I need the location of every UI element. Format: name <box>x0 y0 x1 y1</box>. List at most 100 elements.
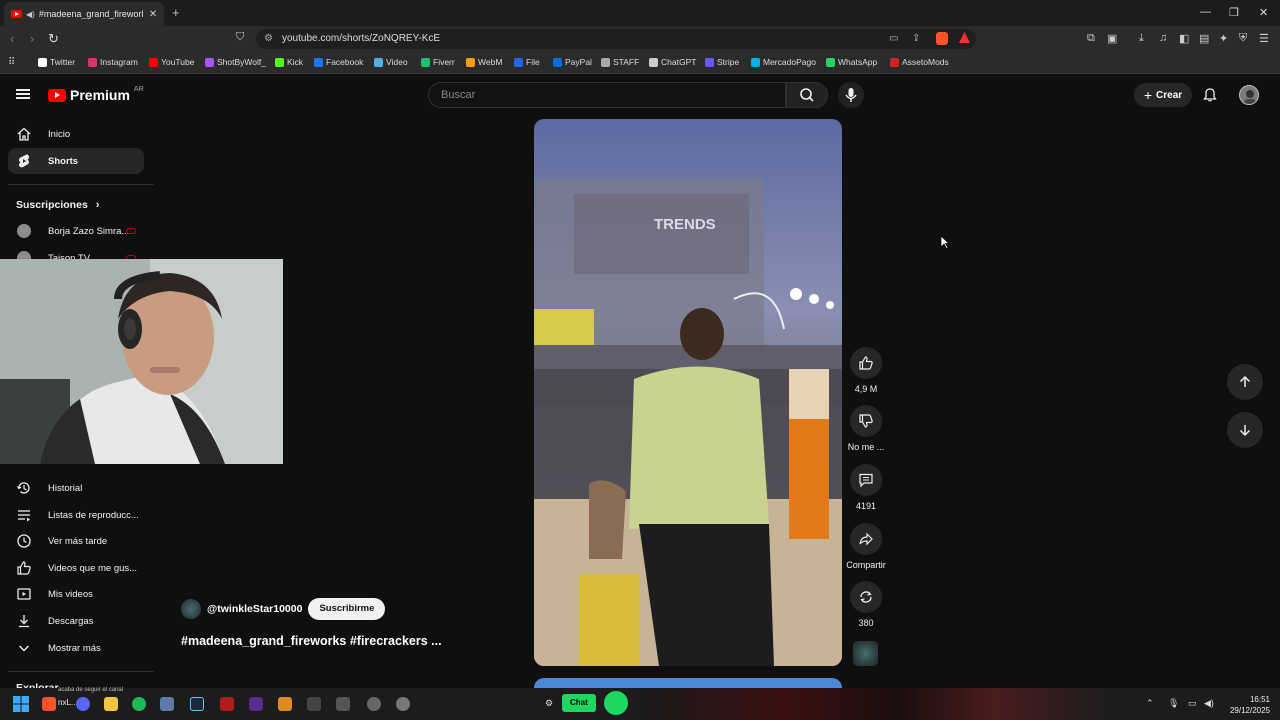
vpn-icon[interactable]: ⛨ <box>1239 32 1247 45</box>
file-explorer-icon[interactable] <box>104 697 118 711</box>
bookmark-stripe[interactable]: Stripe <box>705 57 739 67</box>
tray-chevron-icon[interactable]: ⌃ <box>1146 698 1154 709</box>
bookmark-webm[interactable]: WebM <box>466 57 502 67</box>
site-info-icon[interactable]: ⚙ <box>264 29 273 49</box>
app-icon-1[interactable] <box>160 697 174 711</box>
browser-tab[interactable]: ◀) #madeena_grand_fireworks # ✕ <box>4 2 164 26</box>
brave-taskbar-icon[interactable] <box>42 697 56 711</box>
bookmark-video[interactable]: Video <box>374 57 408 67</box>
create-button[interactable]: + Crear <box>1134 83 1192 107</box>
avatar[interactable] <box>1239 85 1259 105</box>
bookmark-kick[interactable]: Kick <box>275 57 303 67</box>
channel-avatar[interactable] <box>181 599 201 619</box>
youtube-premium-logo[interactable]: Premium AR <box>48 86 144 103</box>
whatsapp-taskbar-icon[interactable] <box>604 691 628 715</box>
wallet-icon[interactable]: ▣ <box>1107 32 1117 45</box>
steam-icon[interactable] <box>190 697 204 711</box>
remix-button[interactable]: 380 <box>845 581 887 628</box>
subscription-item-borja[interactable]: Borja Zazo Simra... <box>8 218 144 244</box>
arrow-down-icon <box>1239 425 1251 437</box>
audio-thumbnail[interactable] <box>853 641 878 666</box>
spotify-icon[interactable] <box>132 697 146 711</box>
bookmark-staff[interactable]: STAFF <box>601 57 639 67</box>
sidebar-item-playlists[interactable]: Listas de reproducc... <box>8 502 144 528</box>
menu-icon[interactable]: ☰ <box>1259 32 1269 45</box>
minimize-icon[interactable]: — <box>1200 6 1211 18</box>
bookmark-file[interactable]: File <box>514 57 540 67</box>
windows-start-icon[interactable] <box>13 696 29 712</box>
bookmark-instagram[interactable]: Instagram <box>88 57 138 67</box>
system-clock[interactable]: 16:51 29/12/2025 <box>1224 694 1270 716</box>
search-button[interactable] <box>786 82 828 108</box>
leo-icon[interactable]: ✦ <box>1219 32 1228 45</box>
app-icon-2[interactable] <box>220 697 234 711</box>
like-button[interactable]: 4,9 M <box>845 347 887 394</box>
hamburger-menu-icon[interactable] <box>16 89 30 99</box>
bookmark-assetomods[interactable]: AssetoMods <box>890 57 949 67</box>
network-icon[interactable]: ▭ <box>1188 698 1197 709</box>
sidebar-item-downloads[interactable]: Descargas <box>8 608 144 634</box>
share-icon[interactable]: ⇪ <box>912 29 920 49</box>
forward-icon[interactable]: › <box>30 31 34 46</box>
app-icon-4[interactable] <box>278 697 292 711</box>
dislike-button[interactable]: No me ... <box>845 405 887 452</box>
share-button[interactable]: Compartir <box>845 523 887 570</box>
sidebar-item-inicio[interactable]: Inicio <box>8 121 144 147</box>
cast-icon[interactable]: ▭ <box>889 29 898 49</box>
bookmark-twitter[interactable]: Twitter <box>38 57 75 67</box>
previous-short-button[interactable] <box>1227 364 1263 400</box>
sidebar-item-shorts[interactable]: Shorts <box>8 148 144 174</box>
sidebar-item-my-videos[interactable]: Mis videos <box>8 581 144 607</box>
speaker-icon[interactable]: ◀) <box>26 10 35 19</box>
sidebar-item-show-more[interactable]: Mostrar más <box>8 635 144 661</box>
bookmark-mercadopago[interactable]: MercadoPago <box>751 57 816 67</box>
close-tab-icon[interactable]: ✕ <box>149 9 157 20</box>
bookmark-chatgpt[interactable]: ChatGPT <box>649 57 696 67</box>
extensions-icon[interactable]: ⧉ <box>1087 32 1095 45</box>
bookmark-fiverr[interactable]: Fiverr <box>421 57 455 67</box>
search-input[interactable]: Buscar <box>428 82 786 108</box>
chat-button[interactable]: Chat <box>562 694 596 712</box>
settings-gear-icon[interactable]: ⚙ <box>545 698 553 709</box>
notifications-bell-icon[interactable] <box>1202 87 1218 103</box>
comments-button[interactable]: 4191 <box>845 464 887 511</box>
bookmark-youtube[interactable]: YouTube <box>149 57 194 67</box>
new-tab-icon[interactable]: + <box>172 5 180 20</box>
channel-name[interactable]: @twinkleStar10000 <box>207 603 302 615</box>
wallet-icon-2[interactable]: ▤ <box>1199 32 1209 45</box>
subscribe-button[interactable]: Suscribirme <box>308 598 386 620</box>
volume-icon[interactable]: ◀) <box>1204 698 1214 709</box>
app-icon-6[interactable] <box>367 697 381 711</box>
reload-icon[interactable]: ↻ <box>48 31 59 47</box>
bookmark-facebook[interactable]: Facebook <box>314 57 363 67</box>
url-bar[interactable]: ⚙ youtube.com/shorts/ZoNQREY-KcE ▭ ⇪ <box>256 29 976 49</box>
voice-search-button[interactable] <box>838 82 864 108</box>
next-short-button[interactable] <box>1227 412 1263 448</box>
subscriptions-header[interactable]: Suscripciones › <box>16 199 99 211</box>
bookmark-whatsapp[interactable]: WhatsApp <box>826 57 877 67</box>
sidebar-item-watch-later[interactable]: Ver más tarde <box>8 528 144 554</box>
app-icon-7[interactable] <box>396 697 410 711</box>
back-icon[interactable]: ‹ <box>10 31 14 46</box>
app-icon-5[interactable] <box>336 697 350 711</box>
media-icon[interactable]: ♫ <box>1159 32 1167 44</box>
close-window-icon[interactable]: ✕ <box>1259 6 1268 19</box>
bookmark-paypal[interactable]: PayPal <box>553 57 592 67</box>
mail-icon[interactable] <box>307 697 321 711</box>
short-title[interactable]: #madeena_grand_fireworks #firecrackers .… <box>181 634 442 648</box>
bookmark-shotbywolf[interactable]: ShotByWolf_ <box>205 57 266 67</box>
restore-icon[interactable]: ❐ <box>1229 6 1239 19</box>
brave-rewards-icon[interactable] <box>959 32 970 43</box>
bookmark-icon[interactable]: ⛉ <box>236 31 244 44</box>
app-icon-3[interactable] <box>249 697 263 711</box>
sidebar-item-historial[interactable]: Historial <box>8 475 144 501</box>
apps-grid-icon[interactable]: ⠿ <box>8 57 15 68</box>
sidebar-item-liked-videos[interactable]: Videos que me gus... <box>8 555 144 581</box>
discord-icon[interactable] <box>76 697 90 711</box>
downloads-icon[interactable]: ⤓ <box>1139 32 1144 45</box>
sidebar-icon[interactable]: ◧ <box>1179 32 1189 45</box>
short-video-player[interactable]: TRENDS <box>534 119 842 666</box>
next-short-preview[interactable] <box>534 678 842 688</box>
brave-shields-icon[interactable] <box>936 32 948 45</box>
microphone-tray-icon[interactable]: 🎙 <box>1168 698 1179 709</box>
